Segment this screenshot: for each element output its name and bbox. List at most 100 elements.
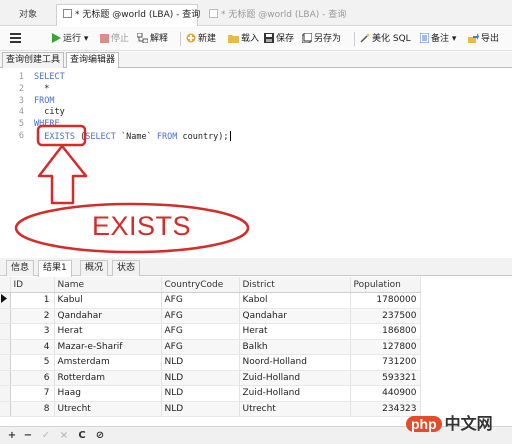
tab-result1[interactable]: 结果1 — [38, 260, 72, 277]
code-line: city — [34, 107, 65, 118]
cell-district[interactable]: Noord-Holland — [239, 354, 351, 371]
cell-countrycode[interactable]: AFG — [161, 323, 240, 340]
table-row[interactable]: 7 Haag NLD Zuid-Holland 440900 — [0, 385, 421, 402]
cell-id[interactable]: 4 — [10, 339, 55, 355]
table-row[interactable]: 3 Herat AFG Herat 186800 — [0, 323, 421, 340]
sql-editor[interactable]: 123456 SELECT * FROM city WHERE EXISTS (SE… — [0, 68, 512, 256]
row-marker[interactable] — [0, 292, 11, 309]
line-number: 2 — [18, 83, 24, 94]
tab-info[interactable]: 信息 — [6, 260, 35, 276]
row-marker[interactable] — [0, 401, 11, 417]
cell-id[interactable]: 6 — [10, 370, 55, 386]
column-header-population[interactable]: Population — [350, 277, 421, 293]
cell-id[interactable]: 3 — [10, 323, 55, 340]
row-marker[interactable] — [0, 354, 11, 371]
memo-button[interactable]: 备注 ▾ — [420, 31, 456, 47]
load-button[interactable]: 载入 — [228, 31, 259, 47]
cell-name[interactable]: Herat — [54, 323, 162, 340]
result-grid[interactable]: ID Name CountryCode District Population … — [0, 277, 512, 425]
row-marker[interactable] — [0, 308, 11, 324]
stop-refresh-button[interactable]: ⊘ — [94, 429, 106, 442]
cell-population[interactable]: 440900 — [350, 385, 421, 402]
apply-changes-button[interactable]: ✓ — [40, 429, 52, 442]
tab-objects[interactable]: 对象 — [8, 4, 48, 26]
cell-district[interactable]: Balkh — [239, 339, 351, 355]
row-marker[interactable] — [0, 323, 11, 340]
beautify-sql-label: 美化 SQL — [372, 34, 411, 44]
cell-population[interactable]: 731200 — [350, 354, 421, 371]
cell-countrycode[interactable]: NLD — [161, 385, 240, 402]
table-row[interactable]: 1 Kabul AFG Kabol 1780000 — [0, 292, 421, 309]
save-as-button[interactable]: 另存为 — [302, 31, 341, 47]
column-header-district[interactable]: District — [239, 277, 351, 293]
run-button-label: 运行 ▾ — [63, 34, 89, 44]
cell-name[interactable]: Amsterdam — [54, 354, 162, 371]
tab-query-editor[interactable]: 查询编辑器 — [66, 52, 120, 68]
cell-countrycode[interactable]: AFG — [161, 308, 240, 324]
run-button[interactable]: 运行 ▾ — [52, 31, 88, 47]
cell-countrycode[interactable]: AFG — [161, 292, 240, 309]
tab-query-active[interactable]: * 无标题 @world (LBA) - 查询 — [56, 4, 200, 26]
column-header-name[interactable]: Name — [54, 277, 162, 293]
discard-changes-button[interactable]: × — [58, 429, 70, 442]
cell-population[interactable]: 237500 — [350, 308, 421, 324]
table-row[interactable]: 5 Amsterdam NLD Noord-Holland 731200 — [0, 354, 421, 371]
cell-district[interactable]: Herat — [239, 323, 351, 340]
toolbar-separator — [180, 32, 181, 46]
add-record-button[interactable]: + — [6, 429, 18, 442]
row-marker[interactable] — [0, 385, 11, 402]
cell-id[interactable]: 1 — [10, 292, 55, 309]
cell-id[interactable]: 2 — [10, 308, 55, 324]
line-number: 6 — [18, 131, 24, 141]
cell-id[interactable]: 7 — [10, 385, 55, 402]
tab-overview[interactable]: 概况 — [80, 260, 109, 276]
cell-population[interactable]: 186800 — [350, 323, 421, 340]
cell-name[interactable]: Kabul — [54, 292, 162, 309]
cell-countrycode[interactable]: AFG — [161, 339, 240, 355]
export-button[interactable]: 导出 — [468, 31, 499, 47]
explain-button[interactable]: 解释 — [137, 31, 168, 47]
table-row[interactable]: 4 Mazar-e-Sharif AFG Balkh 127800 — [0, 339, 421, 355]
load-button-label: 载入 — [241, 34, 260, 44]
cell-name[interactable]: Haag — [54, 385, 162, 402]
tab-query-inactive[interactable]: * 无标题 @world (LBA) - 查询 — [202, 4, 352, 26]
cell-district[interactable]: Utrecht — [239, 401, 351, 417]
cell-name[interactable]: Utrecht — [54, 401, 162, 417]
cell-name[interactable]: Rotterdam — [54, 370, 162, 386]
menu-button[interactable] — [10, 31, 23, 47]
cell-id[interactable]: 5 — [10, 354, 55, 371]
refresh-button[interactable]: C — [76, 429, 88, 442]
cell-population[interactable]: 1780000 — [350, 292, 421, 309]
export-icon — [468, 33, 479, 43]
cell-countrycode[interactable]: NLD — [161, 401, 240, 417]
cell-district[interactable]: Qandahar — [239, 308, 351, 324]
sql-text: city — [34, 107, 65, 118]
cell-name[interactable]: Mazar-e-Sharif — [54, 339, 162, 355]
new-button[interactable]: 新建 — [186, 31, 216, 47]
column-header-countrycode[interactable]: CountryCode — [161, 277, 240, 293]
cell-population[interactable]: 127800 — [350, 339, 421, 355]
delete-record-button[interactable]: − — [22, 429, 34, 442]
tab-status[interactable]: 状态 — [112, 260, 141, 276]
tab-query-builder[interactable]: 查询创建工具 — [2, 52, 65, 68]
cell-countrycode[interactable]: NLD — [161, 370, 240, 386]
cell-district[interactable]: Zuid-Holland — [239, 385, 351, 402]
table-row[interactable]: 6 Rotterdam NLD Zuid-Holland 593321 — [0, 370, 421, 386]
save-button[interactable]: 保存 — [264, 31, 294, 47]
column-header-id[interactable]: ID — [10, 277, 55, 293]
row-marker[interactable] — [0, 339, 11, 355]
cell-countrycode[interactable]: NLD — [161, 354, 240, 371]
stop-button[interactable]: 停止 — [100, 31, 129, 47]
row-marker[interactable] — [0, 370, 11, 386]
cell-district[interactable]: Kabol — [239, 292, 351, 309]
cell-population[interactable]: 593321 — [350, 370, 421, 386]
beautify-sql-button[interactable]: 美化 SQL — [360, 31, 411, 47]
text-caret — [229, 131, 231, 141]
cell-name[interactable]: Qandahar — [54, 308, 162, 324]
result-table: ID Name CountryCode District Population … — [0, 277, 421, 417]
table-row[interactable]: 8 Utrecht NLD Utrecht 234323 — [0, 401, 421, 417]
cell-district[interactable]: Zuid-Holland — [239, 370, 351, 386]
code-line: * — [34, 84, 49, 94]
cell-id[interactable]: 8 — [10, 401, 55, 417]
table-row[interactable]: 2 Qandahar AFG Qandahar 237500 — [0, 308, 421, 324]
